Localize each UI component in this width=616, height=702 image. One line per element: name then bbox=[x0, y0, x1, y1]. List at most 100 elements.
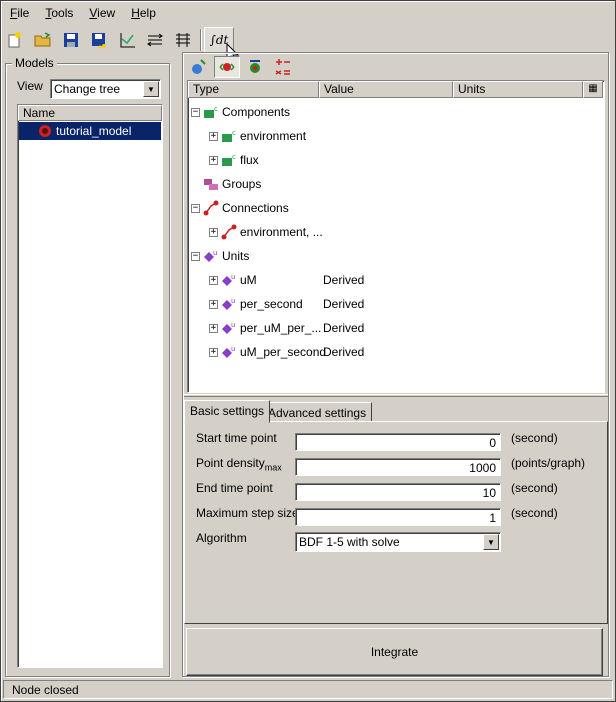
algorithm-label: Algorithm bbox=[196, 531, 247, 545]
chevron-down-icon: ▼ bbox=[483, 534, 499, 550]
model-item[interactable]: tutorial_model bbox=[19, 122, 161, 140]
menu-help[interactable]: Help bbox=[123, 3, 164, 23]
collapse-icon[interactable]: − bbox=[191, 251, 200, 261]
model-item-label: tutorial_model bbox=[56, 124, 132, 138]
tree-row-uM-per-second[interactable]: + u uM_per_second Derived bbox=[209, 343, 589, 361]
tree-row-uM[interactable]: + u uM Derived bbox=[209, 271, 589, 289]
tab-advanced-settings[interactable]: Advanced settings bbox=[262, 402, 373, 422]
tree-tool-2-button[interactable] bbox=[214, 56, 240, 78]
tree-row-connection-environment[interactable]: + environment, ... bbox=[209, 223, 323, 241]
tree-row-components[interactable]: − c Components bbox=[191, 103, 290, 121]
menu-view[interactable]: View bbox=[81, 3, 123, 23]
component-icon: c bbox=[203, 104, 219, 120]
chevron-down-icon: ▼ bbox=[143, 81, 159, 97]
integrate-button[interactable]: Integrate bbox=[186, 628, 603, 676]
unit-icon: u bbox=[221, 272, 237, 288]
tree-row-environment[interactable]: + c environment bbox=[209, 127, 306, 145]
collapse-icon[interactable]: − bbox=[191, 107, 200, 117]
graph-icon bbox=[120, 33, 135, 48]
graph-button[interactable] bbox=[114, 27, 140, 53]
start-time-field[interactable]: 0 bbox=[295, 433, 501, 451]
models-group-title: Models bbox=[12, 56, 57, 70]
arrows-alt-button[interactable] bbox=[170, 27, 196, 53]
new-file-button[interactable] bbox=[2, 27, 28, 53]
open-button[interactable] bbox=[30, 27, 56, 53]
svg-text:u: u bbox=[231, 273, 235, 281]
status-bar: Node closed bbox=[3, 680, 613, 699]
models-list[interactable]: Name tutorial_model bbox=[17, 104, 163, 668]
end-time-field[interactable]: 10 bbox=[295, 483, 501, 501]
tree-tool-4-button[interactable] bbox=[270, 56, 296, 78]
arrows-button[interactable] bbox=[142, 27, 168, 53]
expand-icon[interactable]: + bbox=[209, 299, 218, 309]
component-icon: c bbox=[221, 152, 237, 168]
unit-icon: u bbox=[221, 320, 237, 336]
view-label: View bbox=[17, 79, 43, 93]
svg-text:u: u bbox=[231, 321, 235, 329]
tree-row-per-second[interactable]: + u per_second Derived bbox=[209, 295, 589, 313]
tree-tool-3-button[interactable] bbox=[242, 56, 268, 78]
tree-toolbar bbox=[186, 56, 298, 78]
column-units[interactable]: Units bbox=[453, 81, 583, 98]
svg-text:c: c bbox=[214, 105, 218, 113]
component-icon: c bbox=[221, 128, 237, 144]
expand-icon[interactable]: + bbox=[209, 155, 218, 165]
tree-label: flux bbox=[240, 153, 259, 167]
columns-menu-button[interactable]: ▦ bbox=[583, 81, 603, 98]
tree-label: Components bbox=[222, 105, 291, 119]
save-all-button[interactable] bbox=[86, 27, 112, 53]
tab-basic-settings[interactable]: Basic settings bbox=[184, 400, 271, 423]
bug-icon bbox=[250, 60, 260, 73]
tree-row-flux[interactable]: + c flux bbox=[209, 151, 259, 169]
tree-label: Connections bbox=[222, 201, 289, 215]
svg-text:u: u bbox=[213, 249, 217, 257]
column-type[interactable]: Type bbox=[188, 81, 319, 98]
tree-label: environment bbox=[240, 129, 307, 143]
expand-icon[interactable]: + bbox=[209, 131, 218, 141]
expand-icon[interactable]: + bbox=[209, 275, 218, 285]
menu-file[interactable]: File bbox=[2, 3, 37, 23]
model-tree[interactable]: Type Value Units ▦ − c Components + c en… bbox=[187, 80, 605, 393]
tree-row-per-uM-per[interactable]: + u per_uM_per_... Derived bbox=[209, 319, 589, 337]
column-value[interactable]: Value bbox=[319, 81, 453, 98]
tree-row-connections[interactable]: − Connections bbox=[191, 199, 289, 217]
groups-icon bbox=[203, 176, 219, 192]
save-all-icon bbox=[92, 33, 106, 49]
expand-icon[interactable]: + bbox=[209, 347, 218, 357]
point-density-field[interactable]: 1000 bbox=[295, 458, 501, 476]
arrows-icon bbox=[147, 33, 163, 47]
unit-icon: u bbox=[221, 344, 237, 360]
collapse-icon[interactable]: − bbox=[191, 203, 200, 213]
splitter[interactable] bbox=[184, 394, 608, 397]
algorithm-select-value: BDF 1-5 with solve bbox=[299, 535, 400, 549]
point-density-unit: (points/graph) bbox=[511, 456, 586, 470]
models-list-header[interactable]: Name bbox=[18, 105, 162, 121]
main-toolbar: ∫dt bbox=[2, 26, 614, 54]
tree-row-groups[interactable]: Groups bbox=[203, 175, 261, 193]
end-time-label: End time point bbox=[196, 481, 273, 495]
algorithm-select[interactable]: BDF 1-5 with solve ▼ bbox=[295, 532, 501, 552]
tree-label: Groups bbox=[222, 177, 262, 191]
max-step-unit: (second) bbox=[511, 506, 558, 520]
unit-icon: u bbox=[203, 248, 219, 264]
tree-value: Derived bbox=[323, 321, 365, 335]
save-button[interactable] bbox=[58, 27, 84, 53]
expand-icon[interactable]: + bbox=[209, 227, 218, 237]
unit-icon: u bbox=[221, 296, 237, 312]
arrows-alt-icon bbox=[176, 33, 190, 47]
expand-icon[interactable]: + bbox=[209, 323, 218, 333]
max-step-field[interactable]: 1 bbox=[295, 508, 501, 526]
point-density-label: Point densitymax bbox=[196, 456, 282, 473]
tree-tool-1-button[interactable] bbox=[186, 56, 212, 78]
max-step-label: Maximum step size bbox=[196, 506, 299, 520]
view-select[interactable]: Change tree ▼ bbox=[50, 79, 161, 99]
tree-row-units[interactable]: − u Units bbox=[191, 247, 249, 265]
tree-value: Derived bbox=[323, 273, 365, 287]
connection-icon bbox=[203, 200, 219, 216]
start-time-unit: (second) bbox=[511, 431, 558, 445]
tree-label: per_uM_per_... bbox=[240, 321, 322, 335]
end-time-unit: (second) bbox=[511, 481, 558, 495]
menu-tools[interactable]: Tools bbox=[37, 3, 81, 23]
swap-icon bbox=[219, 63, 235, 71]
svg-text:u: u bbox=[231, 345, 235, 353]
